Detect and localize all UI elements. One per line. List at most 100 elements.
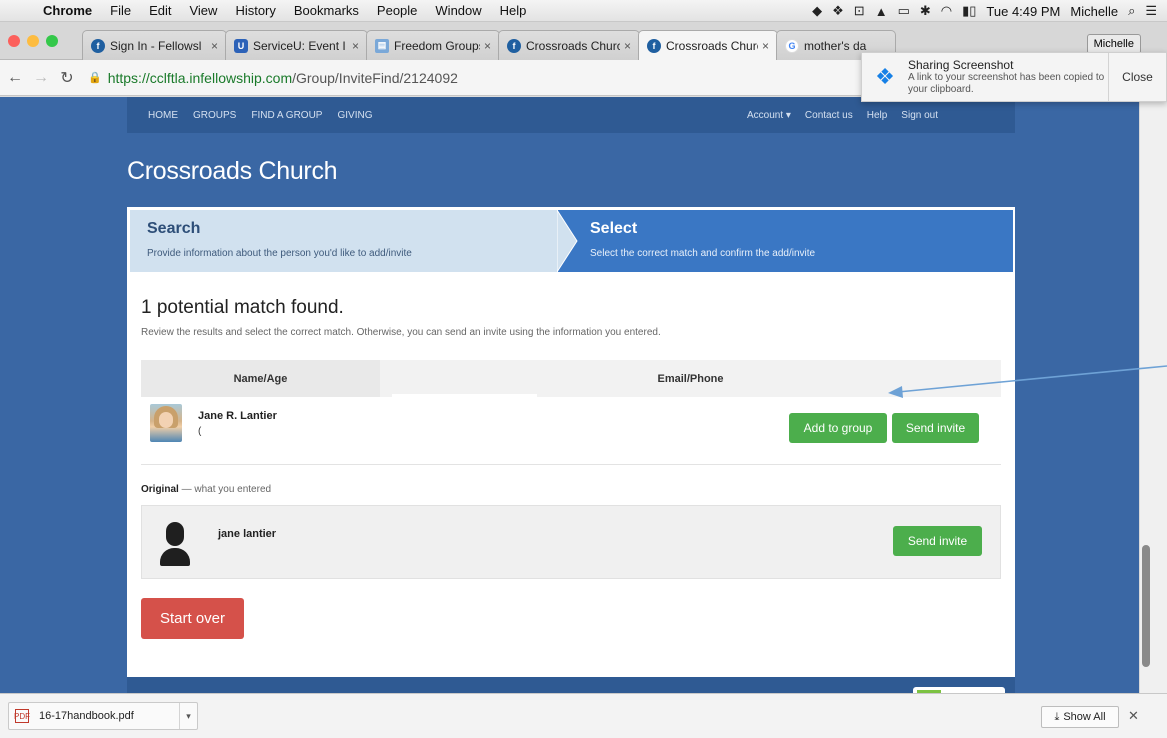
notification-title: Sharing Screenshot [908, 58, 1014, 72]
notification-text: A link to your screenshot has been copie… [908, 72, 1105, 95]
close-tab-icon[interactable]: × [624, 39, 631, 53]
evernote-icon[interactable]: ◆ [812, 3, 822, 19]
add-to-group-button[interactable]: Add to group [789, 413, 887, 443]
nav-giving[interactable]: GIVING [337, 110, 372, 121]
download-menu-icon[interactable]: ▾ [179, 703, 197, 729]
download-filename: 16-17handbook.pdf [39, 710, 134, 722]
close-tab-icon[interactable]: × [211, 39, 218, 53]
site-nav: HOME GROUPS FIND A GROUP GIVING Account … [127, 97, 1015, 133]
nav-sign-out[interactable]: Sign out [901, 110, 938, 121]
pdf-icon: PDF [14, 709, 30, 723]
url-field[interactable]: 🔒 https://cclftla.infellowship.com/Group… [88, 70, 458, 86]
send-invite-original-button[interactable]: Send invite [893, 526, 982, 556]
menu-edit[interactable]: Edit [140, 3, 180, 18]
menu-file[interactable]: File [101, 3, 140, 18]
match-name: Jane R. Lantier [198, 410, 277, 422]
step-search[interactable]: Search Provide information about the per… [130, 210, 580, 272]
send-invite-button[interactable]: Send invite [892, 413, 979, 443]
menu-window[interactable]: Window [426, 3, 490, 18]
show-all-label: Show All [1063, 711, 1106, 723]
menu-bookmarks[interactable]: Bookmarks [285, 3, 368, 18]
avatar [150, 404, 182, 442]
reload-icon[interactable]: ↻ [56, 68, 78, 88]
default-avatar-icon [160, 522, 190, 566]
original-entry-row: jane lantier Send invite [141, 505, 1001, 579]
match-detail: ( [198, 426, 202, 437]
start-over-button[interactable]: Start over [141, 598, 244, 639]
window-controls [8, 35, 58, 47]
step-arrow-divider [557, 210, 578, 272]
mac-menubar: Chrome File Edit View History Bookmarks … [0, 0, 1167, 22]
close-download-bar-icon[interactable]: ✕ [1128, 708, 1139, 724]
download-icon: ⤓ [1054, 710, 1060, 723]
tab-label: Crossroads Churc [666, 39, 758, 53]
nav-contact[interactable]: Contact us [805, 110, 853, 121]
page-scrollbar[interactable] [1139, 97, 1167, 693]
bluetooth-icon[interactable]: ✱ [920, 3, 931, 19]
menu-history[interactable]: History [226, 3, 284, 18]
wifi-icon[interactable]: ◠ [941, 3, 952, 19]
back-icon[interactable]: ← [4, 69, 26, 87]
tab-label: Crossroads Churc [526, 38, 620, 53]
nav-find-group[interactable]: FIND A GROUP [251, 110, 322, 121]
menu-people[interactable]: People [368, 3, 426, 18]
menu-app-name[interactable]: Chrome [34, 3, 101, 18]
original-label-rest: — what you entered [181, 484, 272, 495]
nav-home[interactable]: HOME [148, 110, 178, 121]
step-select: Select Select the correct match and conf… [558, 210, 1013, 272]
minimize-window-icon[interactable] [27, 35, 39, 47]
tab-label: mother's da [804, 38, 867, 53]
lock-icon: 🔒 [88, 72, 102, 84]
tab-crossroads-active[interactable]: f Crossroads Churc × [638, 30, 778, 61]
drive-icon[interactable]: ▲ [875, 4, 888, 19]
close-window-icon[interactable] [8, 35, 20, 47]
site-footer [127, 677, 1015, 693]
close-tab-icon[interactable]: × [762, 39, 769, 53]
col-email-phone: Email/Phone [380, 360, 1001, 397]
web-page: HOME GROUPS FIND A GROUP GIVING Account … [0, 97, 1139, 693]
url-path: /Group/InviteFind/2124092 [292, 69, 458, 86]
status-menus: ◆ ❖ ⊡ ▲ ▭ ✱ ◠ ▮▯ Tue 4:49 PM Michelle ⌕ … [812, 0, 1167, 22]
profile-button[interactable]: Michelle [1086, 34, 1141, 54]
nav-account[interactable]: Account ▾ [747, 110, 791, 121]
scrollbar-thumb[interactable] [1142, 545, 1150, 667]
invite-card: Search Provide information about the per… [127, 207, 1015, 693]
tab-label: Sign In - Fellowsl [110, 38, 202, 53]
notification-center-icon[interactable]: ☰ [1145, 3, 1157, 19]
zoom-window-icon[interactable] [46, 35, 58, 47]
nav-groups[interactable]: GROUPS [193, 110, 236, 121]
capture-icon[interactable]: ⊡ [854, 3, 865, 19]
menubar-clock[interactable]: Tue 4:49 PM [986, 4, 1060, 19]
tab-label: ServiceU: Event I [253, 38, 346, 53]
spotlight-icon[interactable]: ⌕ [1128, 3, 1135, 19]
wizard-steps: Search Provide information about the per… [130, 210, 1013, 272]
notification-close-button[interactable]: Close [1108, 53, 1166, 101]
menu-view[interactable]: View [180, 3, 226, 18]
close-tab-icon[interactable]: × [352, 39, 359, 53]
nav-help[interactable]: Help [867, 110, 888, 121]
download-item[interactable]: PDF 16-17handbook.pdf ▾ [8, 702, 198, 730]
dropbox-icon[interactable]: ❖ [832, 3, 844, 19]
tab-label: Freedom Groups [394, 38, 480, 53]
tab-serviceu[interactable]: U ServiceU: Event I × [225, 30, 368, 60]
close-tab-icon[interactable]: × [484, 39, 491, 53]
step-select-title: Select [590, 220, 638, 237]
step-search-subtitle: Provide information about the person you… [147, 248, 412, 259]
battery-icon[interactable]: ▮▯ [962, 3, 976, 19]
menubar-user[interactable]: Michelle [1070, 4, 1118, 19]
table-row: Jane R. Lantier ( Add to group Send invi… [141, 397, 1001, 465]
forward-icon[interactable]: → [30, 69, 52, 87]
fellowship-icon: f [507, 38, 521, 53]
menu-help[interactable]: Help [491, 3, 536, 18]
airplay-icon[interactable]: ▭ [898, 3, 910, 19]
page-title: Crossroads Church [127, 157, 338, 185]
tab-freedom-groups[interactable]: ▤ Freedom Groups × [366, 30, 500, 60]
results-table-header: Name/Age Email/Phone [141, 360, 1001, 397]
fellowship-icon: f [91, 38, 105, 53]
tab-crossroads-1[interactable]: f Crossroads Churc × [498, 30, 640, 60]
tab-sign-in[interactable]: f Sign In - Fellowsl × [82, 30, 227, 60]
original-name: jane lantier [218, 528, 277, 540]
show-all-downloads-button[interactable]: ⤓ Show All [1041, 706, 1119, 728]
sheet-icon: ▤ [375, 38, 389, 53]
fellowship-icon: f [647, 39, 661, 53]
